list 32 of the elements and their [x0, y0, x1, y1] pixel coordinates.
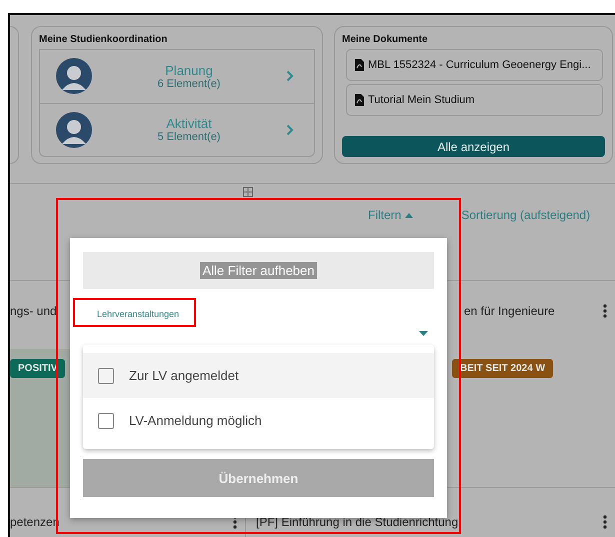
avatar-icon — [56, 112, 92, 148]
option-label: Zur LV angemeldet — [129, 368, 239, 383]
item-count: 5 Element(e) — [158, 131, 220, 144]
status-badge: POSITIV — [10, 358, 66, 378]
pdf-icon — [355, 94, 364, 106]
more-icon[interactable] — [603, 515, 607, 530]
dropdown-caret-icon[interactable] — [419, 331, 428, 336]
item-label: Aktivität — [166, 116, 212, 132]
card-title: Meine Studienkoordination — [39, 34, 168, 45]
grid-icon[interactable] — [243, 187, 253, 197]
chevron-icon — [286, 124, 294, 136]
pdf-icon — [355, 59, 364, 71]
field-label: Lehrveranstaltungen — [97, 309, 180, 319]
status-badge: BEIT SEIT 2024 W — [452, 358, 554, 378]
chevron-icon — [286, 70, 294, 82]
item-count: 6 Element(e) — [158, 78, 220, 90]
avatar-icon — [56, 58, 92, 94]
more-icon[interactable] — [603, 304, 607, 318]
document-link[interactable]: Tutorial Mein Studium — [346, 84, 603, 116]
option-label: LV-Anmeldung möglich — [129, 413, 262, 428]
checkbox[interactable] — [98, 368, 114, 384]
item-label: Planung — [165, 62, 213, 78]
checkbox[interactable] — [98, 412, 114, 428]
document-link[interactable]: MBL 1552324 - Curriculum Geoenergy Engi... — [346, 49, 603, 81]
card-title: Meine Dokumente — [342, 34, 429, 45]
filter-option[interactable]: LV-Anmeldung möglich — [83, 398, 434, 443]
course-title[interactable]: en für Ingenieure — [464, 304, 603, 318]
filter-option[interactable]: Zur LV angemeldet — [83, 353, 434, 398]
show-all-button[interactable]: Alle anzeigen — [342, 136, 605, 157]
caret-icon — [405, 212, 414, 218]
course-title[interactable]: [PF] Einführung in die Studienrichtung — [256, 515, 603, 530]
course-title[interactable]: ngs- und — [10, 304, 57, 318]
